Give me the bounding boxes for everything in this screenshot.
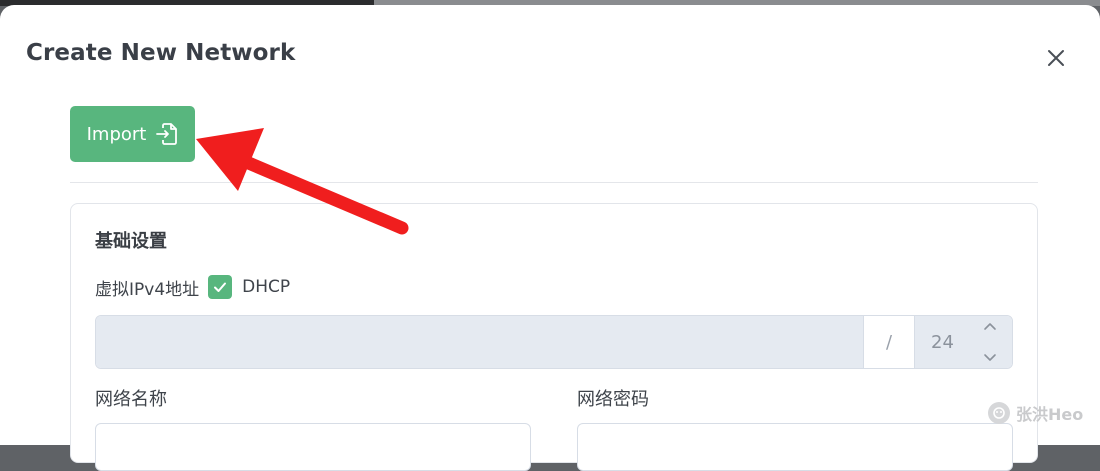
close-icon [1048, 50, 1064, 66]
network-name-label: 网络名称 [95, 389, 167, 410]
watermark-logo-icon [988, 402, 1010, 424]
close-button[interactable] [1043, 45, 1069, 71]
cidr-slash: / [864, 316, 915, 368]
ipv4-label: 虚拟IPv4地址 [95, 279, 200, 300]
dialog-title: Create New Network [26, 40, 296, 66]
network-password-input[interactable] [577, 423, 1013, 471]
basic-settings-title: 基础设置 [95, 231, 167, 252]
dhcp-checkbox[interactable] [208, 275, 233, 299]
ipv4-row: 虚拟IPv4地址 DHCP [95, 274, 290, 300]
network-password-label: 网络密码 [577, 389, 649, 410]
dhcp-label: DHCP [242, 277, 291, 297]
ipv4-address-input[interactable] [96, 316, 864, 368]
file-import-icon [156, 123, 178, 145]
basic-settings-panel: 基础设置 虚拟IPv4地址 DHCP / 24 网络名称 网络密码 [70, 203, 1038, 471]
import-button[interactable]: Import [70, 106, 195, 162]
prefix-length-input[interactable]: 24 [915, 316, 1012, 368]
import-button-label: Import [86, 123, 147, 145]
prefix-length-stepper[interactable] [982, 322, 998, 362]
ipv4-input-group: / 24 [95, 315, 1013, 369]
section-divider [70, 182, 1038, 183]
check-icon [214, 282, 227, 292]
chevron-down-icon[interactable] [983, 353, 997, 362]
create-network-dialog: Create New Network Import 基础设置 虚拟IPv4地址 … [0, 5, 1100, 471]
watermark-text: 张洪Heo [1016, 405, 1084, 424]
watermark: 张洪Heo [988, 400, 1083, 426]
chevron-up-icon[interactable] [983, 322, 997, 331]
network-name-input[interactable] [95, 423, 531, 471]
prefix-length-value: 24 [931, 331, 954, 353]
